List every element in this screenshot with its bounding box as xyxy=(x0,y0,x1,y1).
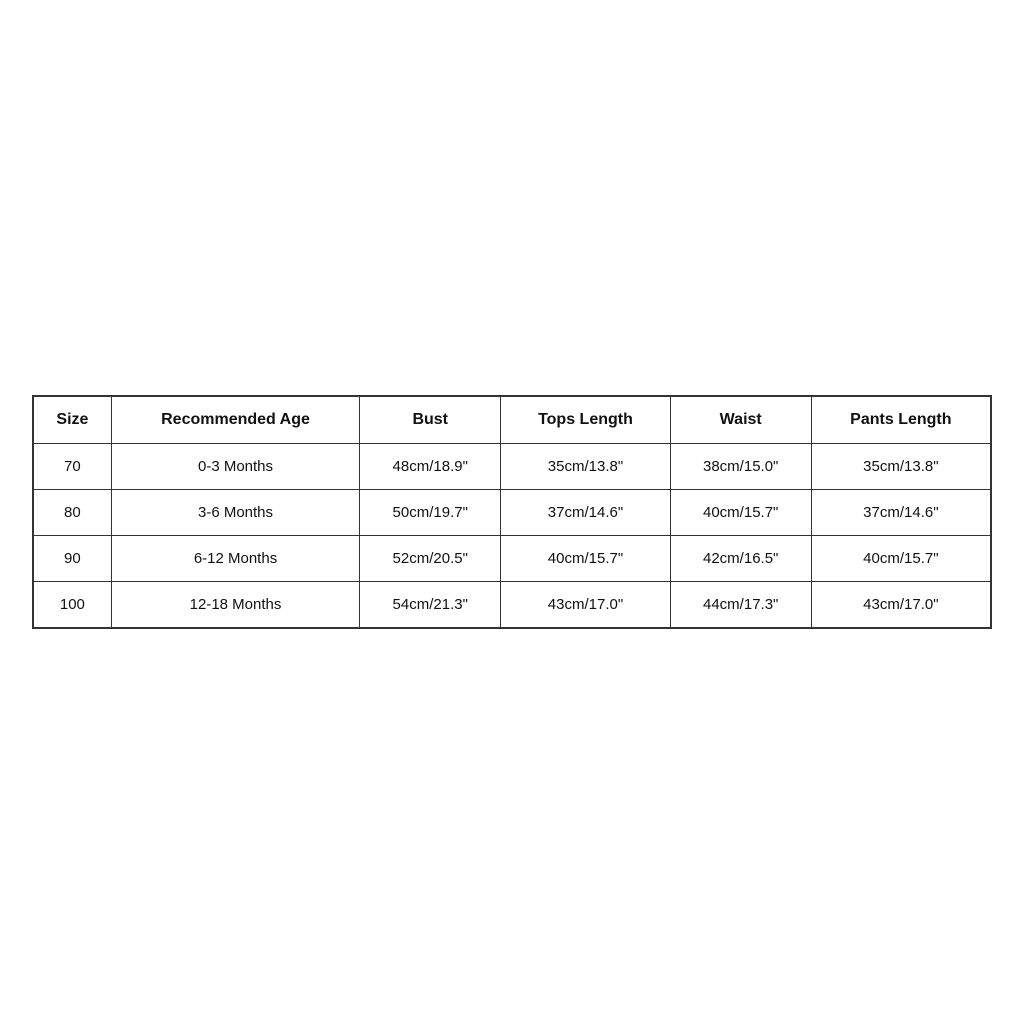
cell-bust: 50cm/19.7" xyxy=(360,490,501,536)
col-header-bust: Bust xyxy=(360,396,501,444)
cell-tops_length: 35cm/13.8" xyxy=(501,444,670,490)
cell-size: 90 xyxy=(33,536,111,582)
size-chart-table: Size Recommended Age Bust Tops Length Wa… xyxy=(32,395,992,629)
cell-recommended_age: 3-6 Months xyxy=(111,490,359,536)
cell-bust: 54cm/21.3" xyxy=(360,582,501,629)
cell-pants_length: 35cm/13.8" xyxy=(811,444,991,490)
cell-recommended_age: 12-18 Months xyxy=(111,582,359,629)
cell-bust: 48cm/18.9" xyxy=(360,444,501,490)
col-header-recommended-age: Recommended Age xyxy=(111,396,359,444)
table-row: 10012-18 Months54cm/21.3"43cm/17.0"44cm/… xyxy=(33,582,991,629)
table-header-row: Size Recommended Age Bust Tops Length Wa… xyxy=(33,396,991,444)
size-chart-wrapper: Size Recommended Age Bust Tops Length Wa… xyxy=(32,395,992,629)
cell-pants_length: 43cm/17.0" xyxy=(811,582,991,629)
cell-waist: 40cm/15.7" xyxy=(670,490,811,536)
cell-pants_length: 40cm/15.7" xyxy=(811,536,991,582)
cell-size: 70 xyxy=(33,444,111,490)
table-row: 803-6 Months50cm/19.7"37cm/14.6"40cm/15.… xyxy=(33,490,991,536)
cell-bust: 52cm/20.5" xyxy=(360,536,501,582)
col-header-waist: Waist xyxy=(670,396,811,444)
cell-tops_length: 37cm/14.6" xyxy=(501,490,670,536)
col-header-pants-length: Pants Length xyxy=(811,396,991,444)
cell-tops_length: 43cm/17.0" xyxy=(501,582,670,629)
table-row: 700-3 Months48cm/18.9"35cm/13.8"38cm/15.… xyxy=(33,444,991,490)
cell-waist: 44cm/17.3" xyxy=(670,582,811,629)
cell-size: 80 xyxy=(33,490,111,536)
cell-pants_length: 37cm/14.6" xyxy=(811,490,991,536)
cell-tops_length: 40cm/15.7" xyxy=(501,536,670,582)
cell-recommended_age: 0-3 Months xyxy=(111,444,359,490)
table-row: 906-12 Months52cm/20.5"40cm/15.7"42cm/16… xyxy=(33,536,991,582)
col-header-size: Size xyxy=(33,396,111,444)
col-header-tops-length: Tops Length xyxy=(501,396,670,444)
cell-recommended_age: 6-12 Months xyxy=(111,536,359,582)
cell-waist: 38cm/15.0" xyxy=(670,444,811,490)
cell-waist: 42cm/16.5" xyxy=(670,536,811,582)
cell-size: 100 xyxy=(33,582,111,629)
